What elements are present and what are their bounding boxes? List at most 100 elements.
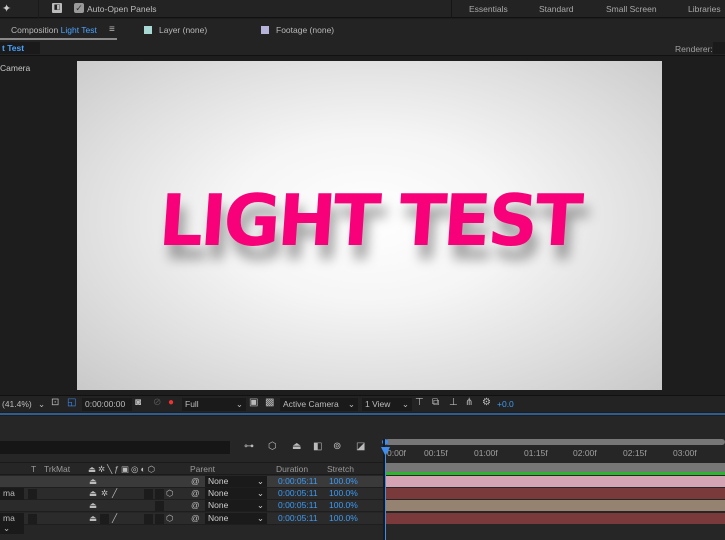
layer-row[interactable]: ma ⌄ ⏏ ✲ ╱ ⬡ @ None ⌄ 0:00:05:11 100.0% xyxy=(0,488,383,509)
ruler-tick: 00:15f xyxy=(424,448,448,458)
chevron-down-icon: ⌄ xyxy=(401,399,409,409)
layer-row[interactable]: ⏏ @ None ⌄ 0:00:05:11 100.0% xyxy=(0,500,383,512)
ruler-tick: 03:00f xyxy=(673,448,697,458)
toggle-pixel-aspect-icon[interactable]: ⊤ xyxy=(415,397,424,408)
pickwhip-icon[interactable]: @ xyxy=(191,500,200,510)
motion-blur-icon[interactable]: ⊚ xyxy=(333,441,341,452)
reset-exposure-icon[interactable]: ⚙ xyxy=(482,397,491,408)
region-of-interest-icon[interactable]: ⊡ xyxy=(51,397,59,408)
pin-icon[interactable]: ✦ xyxy=(2,2,11,15)
layout-dropdown[interactable]: 1 View ⌄ xyxy=(362,398,412,411)
layer-duration[interactable]: 0:00:05:11 xyxy=(278,513,318,523)
tab-composition[interactable]: Composition Light Test xyxy=(11,25,97,35)
tab-menu-icon[interactable]: ≡ xyxy=(109,24,115,35)
toggle-transparency-icon[interactable]: ▩ xyxy=(265,397,274,408)
comp-flowchart-icon[interactable]: ⊶ xyxy=(244,441,254,452)
switch-box[interactable] xyxy=(155,501,164,511)
workspace-bar: ✦ ◧ ✓ Auto-Open Panels Essentials Standa… xyxy=(0,0,725,18)
view-dropdown[interactable]: Active Camera ⌄ xyxy=(280,398,358,411)
layer-stretch[interactable]: 100.0% xyxy=(329,476,358,486)
shy-layers-icon[interactable]: ⏏ xyxy=(292,441,301,452)
ruler-tick: 01:00f xyxy=(474,448,498,458)
layer-search-input[interactable] xyxy=(0,441,230,454)
layer-duration-bar[interactable] xyxy=(386,513,725,524)
fast-previews-icon[interactable]: ▣ xyxy=(249,397,258,408)
layer-duration[interactable]: 0:00:05:11 xyxy=(278,476,318,486)
shy-icon[interactable]: ⏏ xyxy=(89,500,97,511)
layer-stretch[interactable]: 100.0% xyxy=(329,488,358,498)
quality-icon[interactable]: ╱ xyxy=(112,513,117,524)
parent-dropdown[interactable]: None ⌄ xyxy=(205,500,267,511)
column-stretch: Stretch xyxy=(327,464,354,474)
collapse-icon[interactable]: ✲ xyxy=(101,488,108,499)
switch-box[interactable] xyxy=(100,514,109,524)
timeline-icon[interactable]: ⊥ xyxy=(449,397,458,408)
layer-stretch[interactable]: 100.0% xyxy=(329,500,358,510)
3d-layer-icon[interactable]: ⬡ xyxy=(166,513,173,524)
layer-duration-bar[interactable] xyxy=(386,488,725,499)
shy-icon[interactable]: ⏏ xyxy=(89,476,97,487)
transparency-grid-icon[interactable]: ◱ xyxy=(67,397,76,408)
switch-box[interactable] xyxy=(144,489,153,499)
parent-value: None xyxy=(208,500,229,510)
frame-blending-icon[interactable]: ◧ xyxy=(313,441,322,452)
layer-row[interactable]: ⏏ @ None ⌄ 0:00:05:11 100.0% xyxy=(0,476,383,488)
view-value: Active Camera xyxy=(283,399,339,409)
comp-name-tab[interactable]: t Test xyxy=(0,42,40,54)
switch-box[interactable] xyxy=(155,489,164,499)
composition-canvas[interactable]: LIGHT TEST xyxy=(77,61,662,390)
exposure-value[interactable]: +0.0 xyxy=(497,399,514,409)
column-trkmat: TrkMat xyxy=(44,464,71,474)
column-parent: Parent xyxy=(190,464,216,474)
shy-icon[interactable]: ⏏ xyxy=(89,513,97,524)
workspace-standard[interactable]: Standard xyxy=(539,4,574,14)
resolution-dropdown[interactable]: Full ⌄ xyxy=(182,398,246,411)
workspace-small-screen[interactable]: Small Screen xyxy=(606,4,657,14)
renderer-dropdown[interactable] xyxy=(713,42,725,54)
render-cache-bar xyxy=(386,472,725,475)
zoom-dropdown[interactable]: (41.4%) xyxy=(2,399,32,409)
graph-editor-icon[interactable]: ◪ xyxy=(356,441,365,452)
layer-duration-bar[interactable] xyxy=(386,476,725,487)
fast-preview-icon[interactable]: ⧉ xyxy=(432,397,439,408)
switch-box[interactable] xyxy=(155,514,164,524)
layer-stretch[interactable]: 100.0% xyxy=(329,513,358,523)
layer-duration-bar[interactable] xyxy=(386,500,725,511)
shy-icon[interactable]: ⏏ xyxy=(89,488,97,499)
column-duration: Duration xyxy=(276,464,309,474)
switch-box[interactable] xyxy=(144,514,153,524)
chevron-down-icon: ⌄ xyxy=(347,399,355,409)
work-area-bar[interactable] xyxy=(385,463,725,472)
3d-layer-icon[interactable]: ⬡ xyxy=(166,488,173,499)
pickwhip-icon[interactable]: @ xyxy=(191,488,200,498)
parent-dropdown[interactable]: None ⌄ xyxy=(205,513,267,524)
layer-duration[interactable]: 0:00:05:11 xyxy=(278,488,318,498)
draft-3d-icon[interactable]: ⬡ xyxy=(268,441,277,452)
quality-icon[interactable]: ╱ xyxy=(112,488,117,499)
current-time-field[interactable]: 0:00:00:00 xyxy=(82,398,132,411)
switch-box[interactable] xyxy=(28,514,37,524)
ruler-tick: 02:00f xyxy=(573,448,597,458)
switch-box[interactable] xyxy=(28,489,37,499)
show-snapshot-icon[interactable]: ⊘ xyxy=(153,397,161,408)
tab-footage[interactable]: Footage (none) xyxy=(276,25,334,35)
time-navigator[interactable] xyxy=(385,439,725,445)
parent-dropdown[interactable]: None ⌄ xyxy=(205,488,267,499)
pickwhip-icon[interactable]: @ xyxy=(191,513,200,523)
tab-layer[interactable]: Layer (none) xyxy=(159,25,207,35)
layer-row[interactable]: ma ⌄ ⏏ ╱ ⬡ @ None ⌄ 0:00:05:11 100.0% xyxy=(0,513,383,534)
workspace-essentials[interactable]: Essentials xyxy=(469,4,508,14)
column-t: T xyxy=(31,464,37,474)
panel-toggle-icon[interactable]: ◧ xyxy=(52,3,62,13)
layout-value: 1 View xyxy=(365,399,391,409)
trkmat-dropdown[interactable]: ma ⌄ xyxy=(0,513,24,534)
workspace-libraries[interactable]: Libraries xyxy=(688,4,721,14)
channels-icon[interactable]: ● xyxy=(168,397,174,408)
parent-dropdown[interactable]: None ⌄ xyxy=(205,476,267,487)
snapshot-icon[interactable]: ◙ xyxy=(135,397,141,408)
layer-duration[interactable]: 0:00:05:11 xyxy=(278,500,318,510)
chevron-down-icon: ⌄ xyxy=(235,399,243,409)
pickwhip-icon[interactable]: @ xyxy=(191,476,200,486)
flowchart-icon[interactable]: ⋔ xyxy=(465,397,473,408)
auto-open-checkbox[interactable]: ✓ xyxy=(74,3,84,13)
